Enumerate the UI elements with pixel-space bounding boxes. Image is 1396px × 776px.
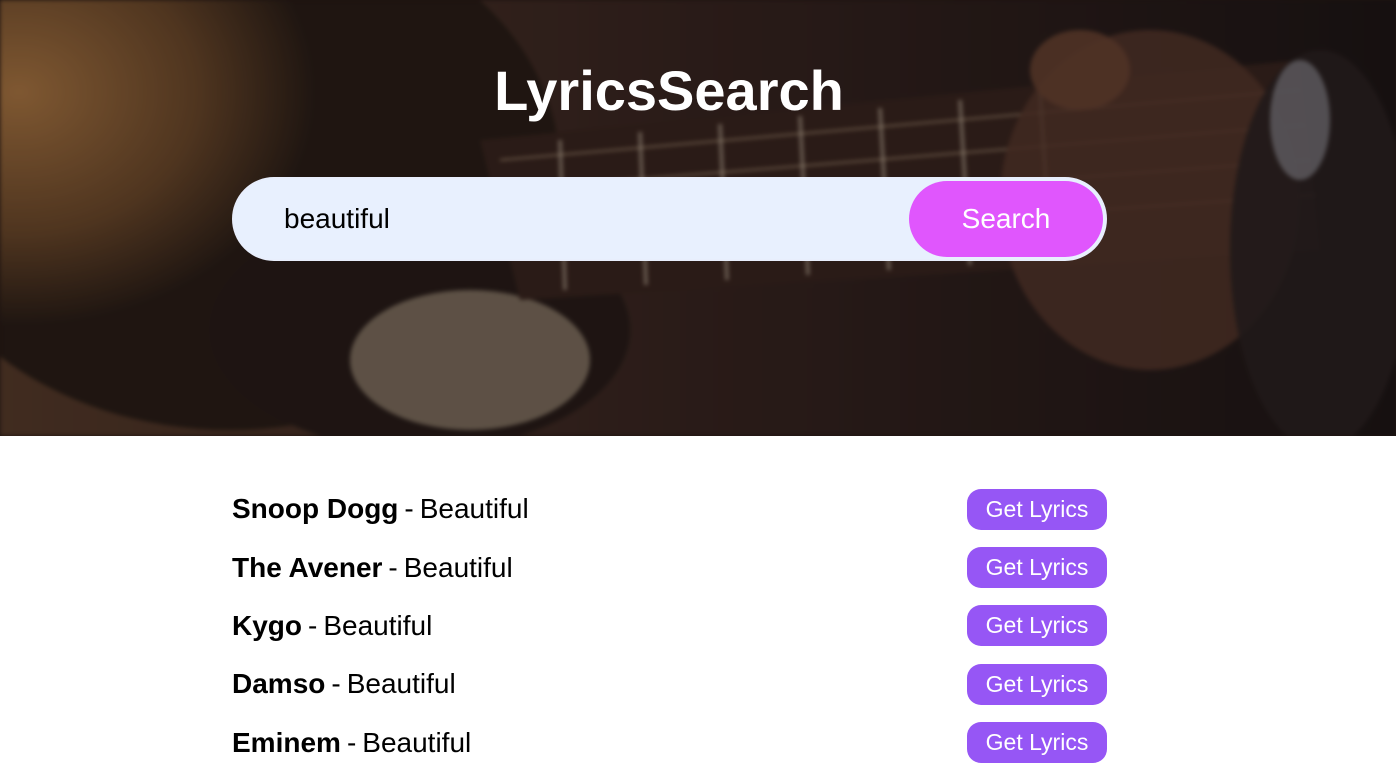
song-title: Beautiful <box>323 609 433 641</box>
search-bar: Search <box>232 177 1107 261</box>
artist-name: Kygo <box>232 609 302 641</box>
song-entry: The Avener - Beautiful <box>232 552 513 584</box>
song-entry: Kygo - Beautiful <box>232 610 432 642</box>
get-lyrics-button[interactable]: Get Lyrics <box>967 605 1107 647</box>
separator: - <box>308 609 318 641</box>
result-row: Kygo - Beautiful Get Lyrics <box>232 597 1107 655</box>
separator: - <box>404 493 414 525</box>
song-entry: Damso - Beautiful <box>232 668 456 700</box>
song-title: Beautiful <box>346 668 456 700</box>
song-title: Beautiful <box>362 726 472 758</box>
result-row: Eminem - Beautiful Get Lyrics <box>232 714 1107 772</box>
hero-banner: LyricsSearch Search <box>0 0 1396 436</box>
separator: - <box>346 726 357 758</box>
results-list: Snoop Dogg - Beautiful Get Lyrics The Aven… <box>232 480 1107 772</box>
separator: - <box>388 551 398 583</box>
separator: - <box>331 668 341 700</box>
search-button[interactable]: Search <box>909 181 1103 257</box>
search-input[interactable] <box>284 179 904 259</box>
get-lyrics-button[interactable]: Get Lyrics <box>967 547 1107 589</box>
artist-name: Eminem <box>232 726 341 758</box>
result-row: Damso - Beautiful Get Lyrics <box>232 655 1107 713</box>
artist-name: The Avener <box>232 551 383 583</box>
app-title: LyricsSearch <box>494 59 844 122</box>
song-title: Beautiful <box>403 551 513 583</box>
get-lyrics-button[interactable]: Get Lyrics <box>967 663 1107 705</box>
song-entry: Snoop Dogg - Beautiful <box>232 493 529 525</box>
get-lyrics-button[interactable]: Get Lyrics <box>967 488 1107 530</box>
artist-name: Damso <box>232 668 326 700</box>
result-row: Snoop Dogg - Beautiful Get Lyrics <box>232 480 1107 538</box>
song-title: Beautiful <box>419 493 529 525</box>
get-lyrics-button[interactable]: Get Lyrics <box>967 722 1107 764</box>
artist-name: Snoop Dogg <box>232 493 399 525</box>
result-row: The Avener - Beautiful Get Lyrics <box>232 538 1107 596</box>
song-entry: Eminem - Beautiful <box>232 727 471 759</box>
